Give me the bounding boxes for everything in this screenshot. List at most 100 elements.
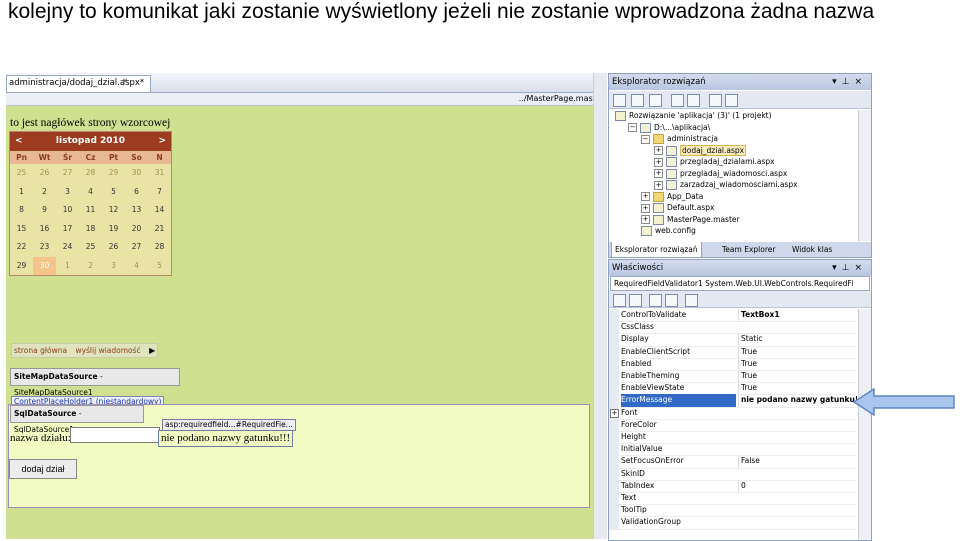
calendar-day[interactable]: 3 [56, 183, 79, 202]
calendar-control[interactable]: < listopad 2010 > Pn Wt Śr Cz Pt So N 25 26 27 28 2… [9, 131, 172, 276]
tree-item[interactable]: − administracja [641, 133, 718, 144]
tree-item[interactable]: web.config [641, 225, 696, 236]
calendar-day[interactable]: 1 [56, 257, 79, 276]
sitemap-datasource[interactable]: SiteMapDataSource - SiteMapDataSource1 [10, 368, 180, 397]
property-row[interactable]: CssClass [609, 321, 857, 335]
calendar-day[interactable]: 29 [102, 164, 125, 183]
calendar-day[interactable]: 31 [148, 164, 171, 183]
tree-item[interactable]: + dodaj_dzial.aspx [654, 144, 747, 156]
close-icon[interactable]: × [122, 76, 128, 87]
design-surface[interactable]: administracja/dodaj_dzial.aspx* × ../Mas… [6, 73, 606, 539]
calendar-day[interactable]: 2 [33, 183, 56, 202]
tree-item[interactable]: + MasterPage.master [641, 214, 740, 225]
categorized-icon[interactable] [613, 294, 626, 307]
calendar-day[interactable]: 23 [33, 238, 56, 257]
property-value[interactable]: Static [738, 333, 857, 346]
calendar-day[interactable]: 25 [10, 164, 33, 183]
property-value[interactable]: True [738, 345, 857, 358]
close-icon[interactable]: × [854, 77, 867, 87]
dropdown-icon[interactable]: ▾ [832, 77, 842, 87]
properties-object-selector[interactable]: RequiredFieldValidator1 System.Web.UI.We… [610, 276, 870, 291]
property-row[interactable]: EnableClientScript True [609, 345, 857, 359]
calendar-day[interactable]: 5 [102, 183, 125, 202]
calendar-day[interactable]: 12 [102, 201, 125, 220]
property-value[interactable]: False [738, 455, 857, 468]
calendar-day[interactable]: 17 [56, 220, 79, 239]
expand-icon[interactable]: + [641, 203, 650, 213]
tree-item[interactable]: − D:\...\aplikacja\ [628, 122, 710, 133]
expand-icon[interactable]: + [641, 192, 650, 201]
calendar-day[interactable]: 10 [56, 201, 79, 220]
required-field-validator[interactable]: nie podano nazwy gatunku!!! [158, 430, 294, 447]
properties-icon[interactable] [649, 294, 662, 307]
nest-files-icon[interactable] [649, 94, 662, 107]
tree-item[interactable]: + przegladaj_dzialami.aspx [654, 156, 775, 167]
view-designer-icon[interactable] [687, 94, 700, 107]
properties-scrollbar[interactable] [858, 309, 871, 540]
close-icon[interactable]: × [854, 263, 867, 273]
dropdown-icon[interactable]: ▾ [832, 263, 842, 273]
master-page-link[interactable]: ../MasterPage.master [519, 94, 604, 103]
calendar-day[interactable]: 14 [148, 201, 171, 220]
calendar-day[interactable]: 6 [125, 183, 148, 202]
calendar-day[interactable]: 27 [56, 164, 79, 183]
department-name-input[interactable] [70, 427, 160, 443]
expand-icon[interactable]: + [654, 169, 663, 178]
calendar-day[interactable]: 25 [79, 238, 102, 257]
collapse-icon[interactable]: − [628, 123, 637, 132]
refresh-icon[interactable] [631, 94, 644, 107]
designer-scrollbar[interactable] [593, 73, 607, 539]
calendar-day[interactable]: 20 [125, 220, 148, 239]
tree-item[interactable]: Rozwiązanie 'aplikacja' (3)' (1 projekt) [615, 110, 772, 121]
collapse-icon[interactable]: − [641, 134, 650, 144]
calendar-day[interactable]: 19 [102, 220, 125, 239]
calendar-day[interactable]: 4 [125, 257, 148, 276]
tree-item[interactable]: + przegladaj_wiadomosci.aspx [654, 168, 787, 179]
expand-icon[interactable]: + [654, 157, 663, 167]
expand-icon[interactable]: + [610, 408, 619, 418]
property-row[interactable]: Enabled True [609, 357, 857, 371]
property-value[interactable]: 0 [738, 479, 857, 492]
tab-team-explorer[interactable]: Team Explorer [719, 242, 778, 257]
tab-solution-explorer[interactable]: Eksplorator rozwiązań [611, 242, 702, 258]
properties-icon[interactable] [613, 94, 626, 107]
property-row[interactable]: Display Static [609, 333, 857, 347]
calendar-day[interactable]: 2 [79, 257, 102, 276]
tree-item[interactable]: + zarzadzaj_wiadomosciami.aspx [654, 179, 798, 190]
menu-item-home[interactable]: strona główna [14, 346, 67, 355]
view-code-icon[interactable] [671, 94, 684, 107]
property-value[interactable]: nie podano nazwy gatunku!!! [738, 394, 857, 407]
solution-explorer-scrollbar[interactable] [858, 110, 871, 241]
property-pages-icon[interactable] [685, 294, 698, 307]
property-row[interactable]: InitialValue [609, 443, 857, 457]
property-row[interactable]: ValidationGroup [609, 516, 857, 530]
calendar-day[interactable]: 13 [125, 201, 148, 220]
calendar-day[interactable]: 15 [10, 220, 33, 239]
calendar-day[interactable]: 21 [148, 220, 171, 239]
asp-config-icon[interactable] [725, 94, 738, 107]
calendar-day[interactable]: 30 [125, 164, 148, 183]
copy-website-icon[interactable] [709, 94, 722, 107]
calendar-day[interactable]: 11 [79, 201, 102, 220]
property-row[interactable]: ForeColor [609, 418, 857, 432]
calendar-day[interactable]: 8 [10, 201, 33, 220]
property-row[interactable]: SkinID [609, 467, 857, 481]
calendar-day[interactable]: 5 [148, 257, 171, 276]
calendar-day[interactable]: 28 [79, 164, 102, 183]
property-row[interactable]: EnableViewState True [609, 382, 857, 396]
calendar-day[interactable]: 7 [148, 183, 171, 202]
expand-icon[interactable]: + [654, 180, 663, 190]
calendar-day[interactable]: 29 [10, 257, 33, 276]
property-value[interactable]: TextBox1 [738, 309, 857, 322]
expand-icon[interactable]: + [641, 215, 650, 224]
expand-icon[interactable]: + [654, 146, 663, 155]
property-row[interactable]: ToolTip [609, 504, 857, 518]
pin-icon[interactable]: ⊥ [842, 263, 855, 273]
calendar-day[interactable]: 16 [33, 220, 56, 239]
calendar-day[interactable]: 9 [33, 201, 56, 220]
tab-class-view[interactable]: Widok klas [789, 242, 835, 257]
alphabetical-icon[interactable] [629, 294, 642, 307]
property-row[interactable]: + Font [609, 406, 857, 420]
property-value[interactable]: True [738, 357, 857, 370]
calendar-day[interactable]: 28 [148, 238, 171, 257]
